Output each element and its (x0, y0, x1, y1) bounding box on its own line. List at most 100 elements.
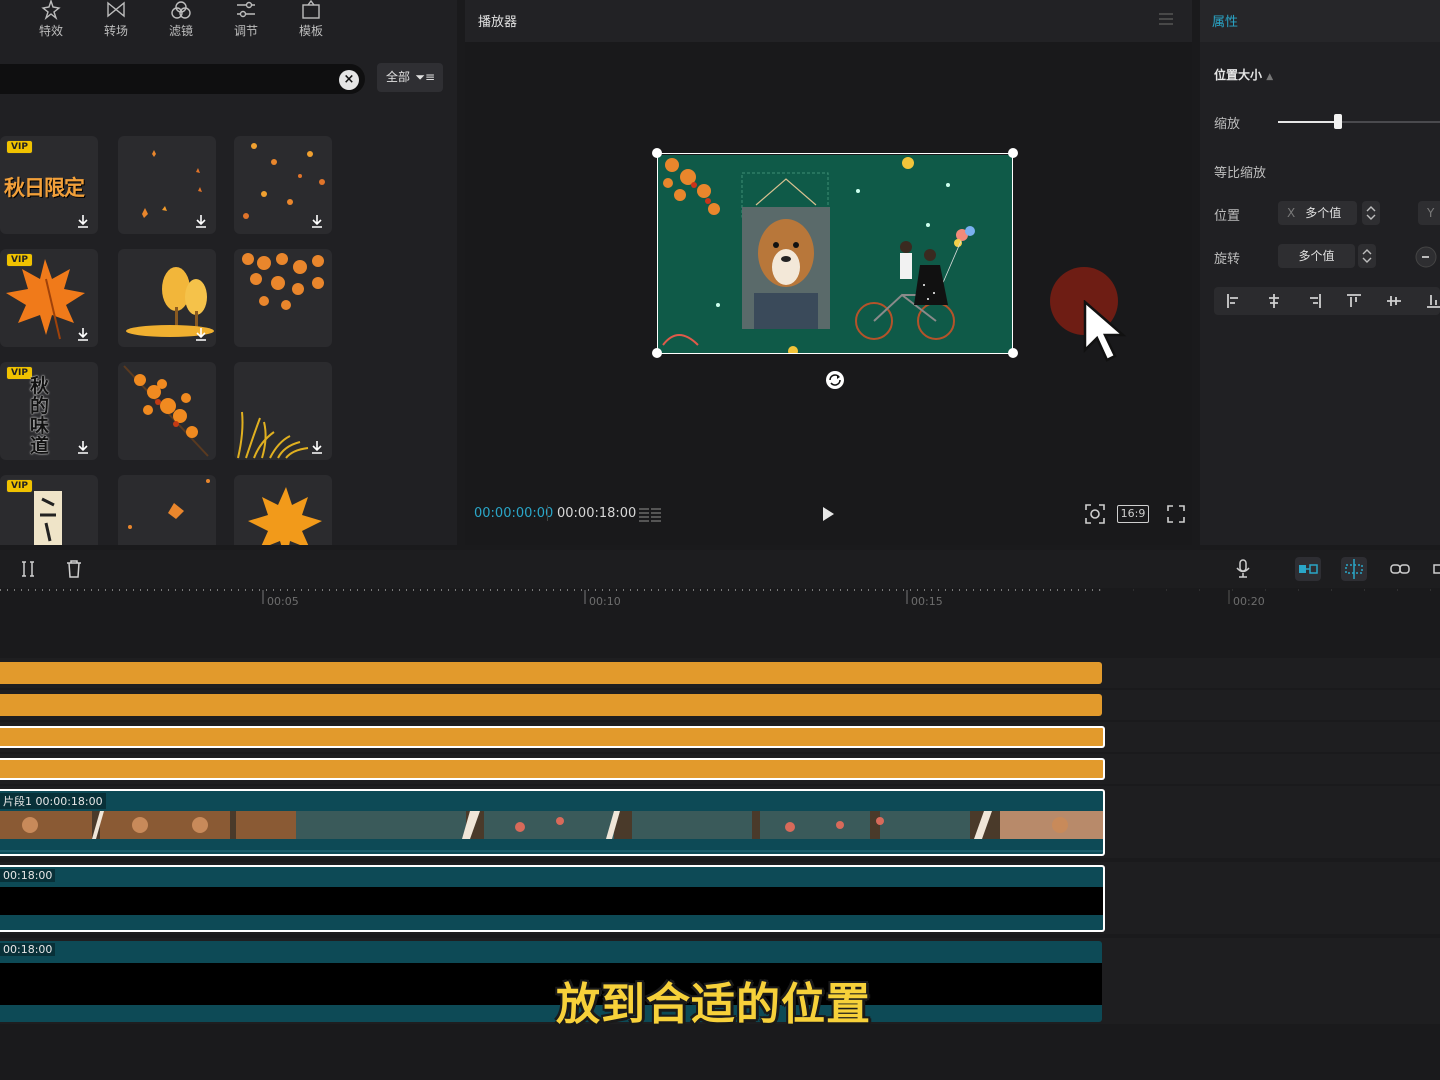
player-panel: 播放器 00:00:00:00 00:00:18:00 16:9 (465, 0, 1192, 545)
sticker-tile[interactable] (118, 249, 216, 347)
sticker-clip-selected[interactable] (0, 726, 1105, 748)
align-top-icon[interactable] (1346, 293, 1362, 309)
stepper-icon (1362, 249, 1372, 263)
position-x-field[interactable]: X 多个值 (1278, 201, 1357, 225)
screenshot-icon[interactable] (1084, 503, 1106, 525)
download-icon[interactable] (310, 440, 324, 454)
total-time: 00:00:18:00 (557, 506, 637, 521)
sticker-title: 秋日限定 (4, 175, 85, 200)
download-icon[interactable] (310, 214, 324, 228)
resize-handle-bl[interactable] (652, 348, 662, 358)
autumn-branch-thumbnail (123, 365, 209, 457)
download-icon[interactable] (76, 327, 90, 341)
snap-icon (1345, 559, 1363, 579)
align-center-h-icon[interactable] (1266, 293, 1282, 309)
tab-templates-label: 模板 (298, 24, 323, 38)
tutorial-caption: 放到合适的位置 (556, 979, 871, 1030)
player-title: 播放器 (478, 15, 518, 30)
resize-handle-tl[interactable] (652, 148, 662, 158)
sticker-tile[interactable] (118, 475, 216, 545)
sticker-clip-selected[interactable] (0, 758, 1105, 780)
menu-icon[interactable] (1158, 12, 1174, 26)
tab-effects-label: 特效 (38, 24, 63, 38)
align-left-icon[interactable] (1226, 293, 1242, 309)
position-x-value: 多个值 (1305, 206, 1342, 220)
main-track-magnet-button[interactable] (1295, 557, 1321, 581)
aspect-ratio-button[interactable]: 16:9 (1117, 505, 1149, 523)
auto-snap-button[interactable] (1341, 557, 1367, 581)
fullscreen-icon[interactable] (1166, 503, 1186, 525)
clip-duration: 00:18:00 (0, 869, 56, 882)
x-axis-label: X (1287, 206, 1296, 220)
rotation-field[interactable]: 多个值 (1278, 244, 1355, 268)
video-clip-3[interactable]: 00:18:00 (0, 941, 1102, 1022)
sticker-clip[interactable] (0, 662, 1102, 684)
clip-duration: 00:18:00 (0, 943, 56, 956)
rotate-icon[interactable] (825, 370, 845, 390)
sticker-tile[interactable] (234, 136, 332, 234)
clip-duration: 00:00:18:00 (35, 795, 103, 808)
selection-frame[interactable] (657, 153, 1013, 354)
download-icon[interactable] (194, 214, 208, 228)
sticker-tile[interactable] (234, 249, 332, 347)
ruler-label: 00:05 (267, 595, 299, 608)
delete-icon[interactable] (64, 559, 84, 579)
template-icon (302, 0, 320, 19)
filter-button[interactable]: 全部 ⏷≡ (377, 63, 443, 92)
player-header: 播放器 (465, 0, 1192, 42)
filter-label: 全部 (386, 70, 411, 84)
resize-handle-tr[interactable] (1008, 148, 1018, 158)
split-icon[interactable] (18, 559, 38, 579)
alignment-toolbar (1214, 287, 1440, 315)
microphone-icon[interactable] (1233, 559, 1253, 579)
vip-badge: VIP (6, 140, 33, 154)
sticker-tile[interactable]: VIP (0, 475, 98, 545)
close-icon[interactable]: × (339, 70, 359, 90)
position-x-stepper[interactable] (1362, 201, 1380, 225)
main-video-clip[interactable]: 片段1 00:00:18:00 (0, 789, 1105, 856)
orange-maple-thumbnail (248, 487, 322, 545)
tab-transitions-label: 转场 (103, 24, 128, 38)
align-center-v-icon[interactable] (1386, 293, 1402, 309)
sticker-tile[interactable] (234, 362, 332, 460)
scale-label: 缩放 (1214, 117, 1241, 132)
rotation-dial-icon[interactable] (1414, 245, 1438, 269)
section-position-size[interactable]: 位置大小 ▲ (1214, 66, 1273, 83)
timeline-ruler[interactable]: 00:05 00:10 00:15 00:20 (0, 588, 1440, 618)
rotation-stepper[interactable] (1358, 244, 1376, 268)
sticker-tile[interactable] (234, 475, 332, 545)
tab-effects[interactable]: 特效 (21, 0, 81, 44)
search-input[interactable] (0, 64, 365, 94)
media-panel: 特效 转场 滤镜 调节 模板 × 全部 ⏷≡ VIP 秋日限定 VIP VIP … (0, 0, 457, 545)
align-right-icon[interactable] (1306, 293, 1322, 309)
link-icon[interactable] (1390, 559, 1410, 579)
sticker-tile[interactable] (118, 136, 216, 234)
tab-transitions[interactable]: 转场 (86, 0, 146, 44)
play-icon[interactable] (821, 506, 835, 522)
single-leaf-thumbnail (128, 479, 210, 529)
sticker-tile[interactable]: VIP 秋的味道 (0, 362, 98, 460)
tab-adjust[interactable]: 调节 (216, 0, 276, 44)
resize-handle-br[interactable] (1008, 348, 1018, 358)
download-icon[interactable] (76, 214, 90, 228)
sticker-tile[interactable] (118, 362, 216, 460)
download-icon[interactable] (194, 327, 208, 341)
video-clip-2[interactable]: 00:18:00 (0, 865, 1105, 932)
align-bottom-icon[interactable] (1426, 293, 1440, 309)
sticker-grid: VIP 秋日限定 VIP VIP 秋的味道 VIP (0, 136, 340, 545)
properties-tab[interactable]: 属性 (1212, 11, 1238, 30)
sticker-title: 秋的味道 (30, 375, 50, 457)
download-icon[interactable] (76, 440, 90, 454)
waveform-icon[interactable] (638, 503, 662, 525)
vip-badge: VIP (6, 366, 33, 380)
sticker-tile[interactable]: VIP (0, 249, 98, 347)
sticker-tile[interactable]: VIP 秋日限定 (0, 136, 98, 234)
scale-slider-handle[interactable] (1334, 114, 1342, 129)
tab-filters[interactable]: 滤镜 (151, 0, 211, 44)
sticker-clip[interactable] (0, 694, 1102, 716)
tab-templates[interactable]: 模板 (281, 0, 341, 44)
position-y-field[interactable]: Y (1418, 201, 1440, 225)
main-clip-label: 片段1 00:00:18:00 (0, 793, 106, 809)
preview-axis-icon[interactable] (1432, 559, 1440, 579)
vip-badge: VIP (6, 253, 33, 267)
